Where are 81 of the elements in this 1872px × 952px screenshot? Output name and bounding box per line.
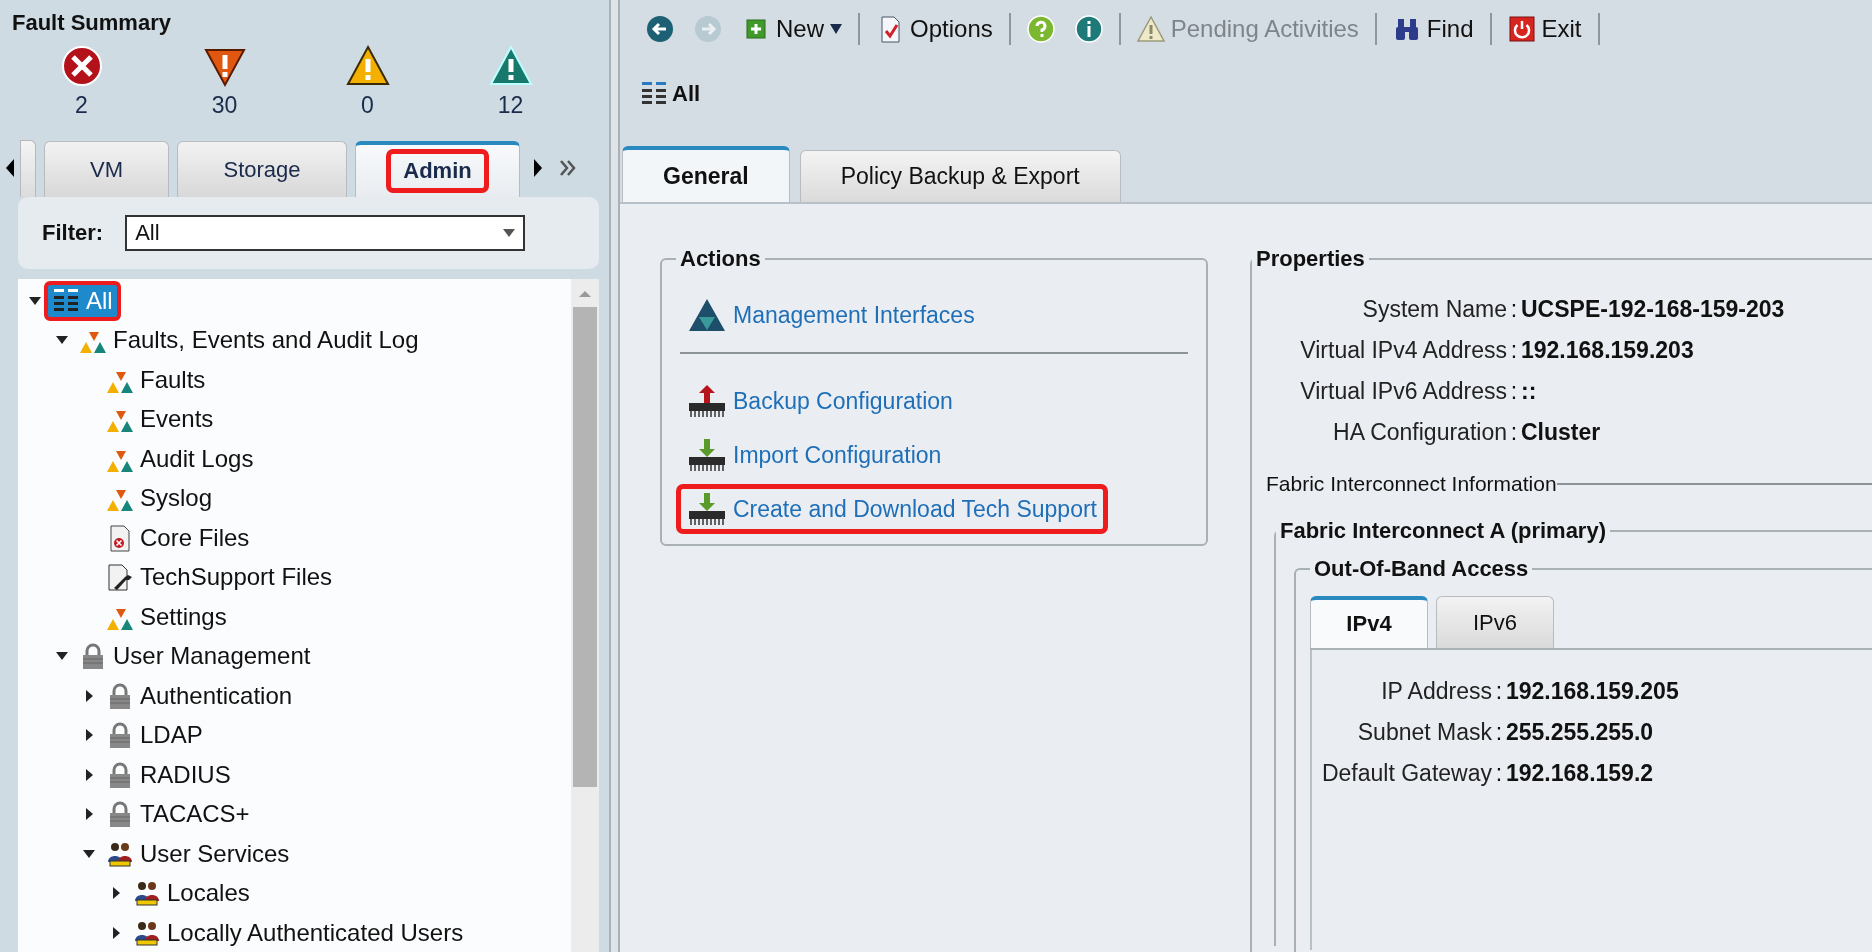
- ip-version-tab[interactable]: IPv4: [1310, 596, 1428, 648]
- action-link[interactable]: Backup Configuration: [676, 376, 964, 426]
- tree-item[interactable]: Syslog: [98, 478, 221, 519]
- tree-item[interactable]: Locally Authenticated Users: [125, 912, 472, 952]
- action-link[interactable]: Create and Download Tech Support: [676, 484, 1108, 534]
- property-value: 192.168.159.205: [1506, 678, 1680, 705]
- tree-item[interactable]: Faults: [98, 359, 214, 400]
- fault-count: 0: [361, 92, 374, 119]
- colon: :: [1509, 419, 1519, 446]
- filter-dropdown[interactable]: All: [125, 215, 526, 251]
- tree-item[interactable]: User Management: [71, 636, 319, 677]
- property-label: System Name: [1361, 296, 1507, 323]
- tree-item[interactable]: Core Files: [98, 517, 258, 558]
- tree-item[interactable]: Events: [98, 399, 222, 440]
- colon: :: [1494, 678, 1504, 705]
- colon: :: [1494, 719, 1504, 746]
- pyramid-icon: [687, 297, 727, 333]
- tree-item[interactable]: Faults, Events and Audit Log: [71, 320, 427, 361]
- warning-triangle-icon[interactable]: [345, 44, 390, 88]
- breadcrumb: All: [672, 81, 701, 107]
- colon: :: [1509, 296, 1519, 323]
- property-value: Cluster: [1521, 419, 1602, 446]
- caret-icon: [830, 24, 842, 34]
- warning-outline-icon: [1136, 15, 1165, 43]
- error-circle-icon[interactable]: [59, 44, 104, 88]
- power-icon: [1507, 15, 1536, 43]
- property-value: UCSPE-192-168-159-203: [1521, 296, 1786, 323]
- property-label: Default Gateway: [1320, 760, 1492, 787]
- nav-tab[interactable]: Admin: [355, 141, 520, 197]
- scrollbar[interactable]: [571, 279, 599, 952]
- property-value: 255.255.255.0: [1506, 719, 1655, 746]
- users-key-icon: [133, 879, 161, 908]
- tree-item[interactable]: RADIUS: [98, 754, 239, 795]
- tree-item[interactable]: TechSupport Files: [98, 557, 341, 598]
- property-value: ::: [1521, 378, 1538, 405]
- help-icon: [1026, 15, 1055, 43]
- tree-item[interactable]: Settings: [98, 596, 235, 637]
- content-tab[interactable]: Policy Backup & Export: [799, 150, 1121, 202]
- dropdown-caret-icon: [503, 229, 516, 237]
- property-label: Virtual IPv4 Address: [1299, 337, 1507, 364]
- ip-version-tab[interactable]: IPv6: [1436, 596, 1554, 648]
- tree-item[interactable]: User Services: [98, 833, 298, 874]
- section-title: Fabric Interconnect Information: [1266, 472, 1557, 496]
- tree-item[interactable]: All: [44, 280, 121, 321]
- fault-count: 12: [497, 92, 524, 119]
- toolbar-button[interactable]: Find: [1388, 15, 1478, 43]
- action-link[interactable]: Management Interfaces: [676, 290, 986, 340]
- file-wrench-icon: [106, 563, 134, 592]
- tree-item[interactable]: Audit Logs: [98, 438, 262, 479]
- section-title: Actions: [679, 246, 762, 272]
- toolbar-button[interactable]: Exit: [1503, 15, 1586, 43]
- property-value: 192.168.159.203: [1521, 337, 1695, 364]
- colon: :: [1494, 760, 1504, 787]
- filter-label: Filter:: [42, 220, 104, 246]
- property-label: Virtual IPv6 Address: [1299, 378, 1507, 405]
- toolbar-button[interactable]: Options: [872, 15, 997, 43]
- tree-item[interactable]: LDAP: [98, 715, 211, 756]
- download-chip-icon: [687, 437, 727, 473]
- fault-count: 2: [75, 92, 88, 119]
- property-label: HA Configuration: [1332, 419, 1507, 446]
- property-label: IP Address: [1380, 678, 1492, 705]
- download-chip-icon: [687, 491, 727, 527]
- section-title: Fabric Interconnect A (primary): [1279, 518, 1607, 544]
- nav-tab[interactable]: Storage: [177, 141, 347, 197]
- property-label: Subnet Mask: [1356, 719, 1492, 746]
- panel-title: Fault Summary: [11, 9, 172, 37]
- toolbar-button[interactable]: New: [738, 15, 846, 43]
- section-title: Properties: [1255, 246, 1366, 272]
- nav-tab[interactable]: VM: [44, 141, 169, 197]
- colon: :: [1509, 378, 1519, 405]
- tree-item[interactable]: Authentication: [98, 675, 301, 716]
- info-icon: [1074, 15, 1103, 43]
- tree-item[interactable]: Locales: [125, 873, 258, 914]
- property-value: 192.168.159.2: [1506, 760, 1655, 787]
- upload-chip-icon: [687, 383, 727, 419]
- fault-count: 30: [211, 92, 238, 119]
- section-title: Out-Of-Band Access: [1313, 556, 1530, 582]
- colon: :: [1509, 337, 1519, 364]
- tree-item[interactable]: TACACS+: [98, 794, 258, 835]
- action-link[interactable]: Import Configuration: [676, 430, 953, 480]
- content-tab[interactable]: General: [622, 146, 790, 202]
